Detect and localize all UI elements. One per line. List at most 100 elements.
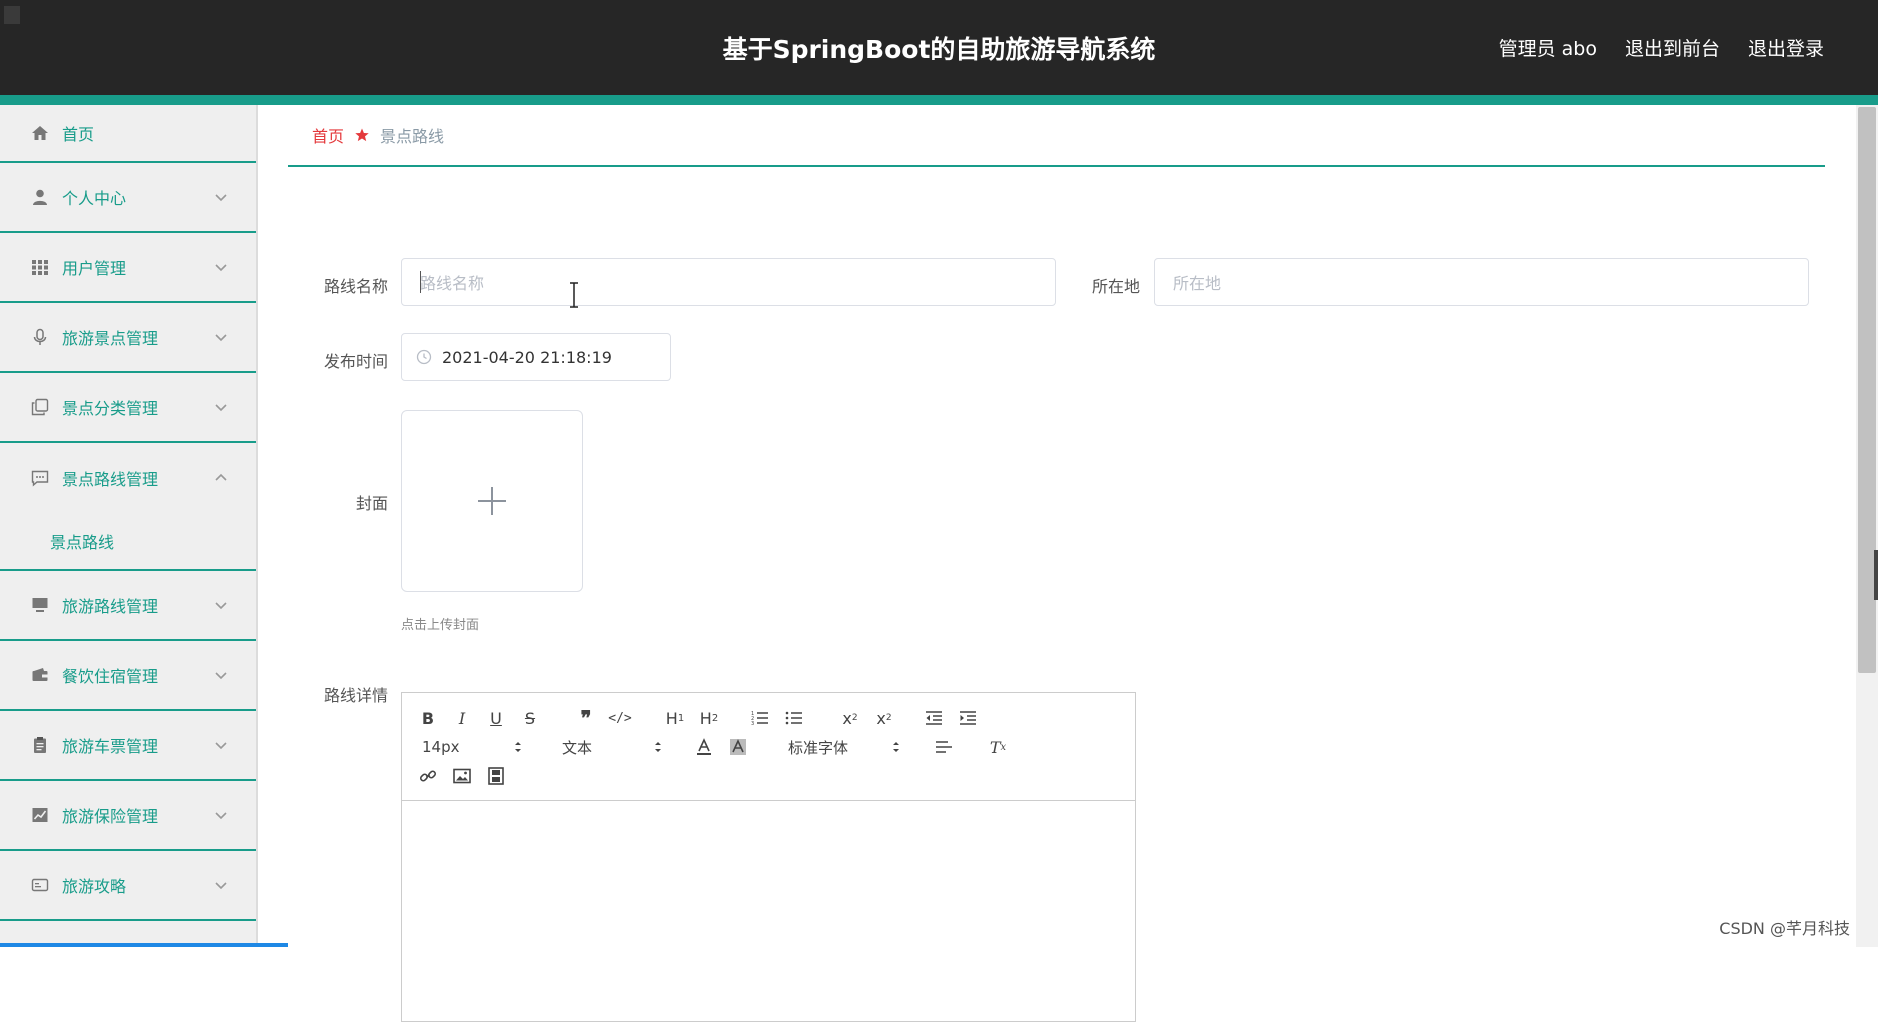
header-links: 管理员 abo 退出到前台 退出登录 <box>1499 34 1824 61</box>
microphone-icon <box>30 327 50 347</box>
card-icon <box>30 875 50 895</box>
align-icon[interactable] <box>932 736 956 758</box>
publish-time-value: 2021-04-20 21:18:19 <box>442 348 612 367</box>
logout-link[interactable]: 退出登录 <box>1748 34 1824 61</box>
editor-toolbar: B I U S ❞ </> H1 H2 123 x2 x2 <box>402 693 1135 801</box>
outdent-icon[interactable] <box>922 707 946 729</box>
code-button[interactable]: </> <box>608 707 632 729</box>
select-arrows-icon <box>654 740 662 754</box>
cover-upload-hint: 点击上传封面 <box>401 614 479 633</box>
chevron-down-icon <box>214 330 228 344</box>
sidebar-item-scenic-spot-management[interactable]: 旅游景点管理 <box>0 303 256 373</box>
route-name-label: 路线名称 <box>312 273 388 297</box>
background-color-icon[interactable] <box>726 736 750 758</box>
subscript-button[interactable]: x2 <box>836 707 864 729</box>
video-icon[interactable] <box>484 765 508 787</box>
select-arrows-icon <box>514 740 522 754</box>
sidebar-item-user-management[interactable]: 用户管理 <box>0 233 256 303</box>
chevron-down-icon <box>214 878 228 892</box>
sidebar-item-label: 景点分类管理 <box>62 395 158 419</box>
ibeam-cursor-icon <box>568 282 580 308</box>
sidebar-item-personal-center[interactable]: 个人中心 <box>0 163 256 233</box>
sidebar-item-label: 用户管理 <box>62 255 126 279</box>
plus-icon <box>475 484 509 518</box>
underline-button[interactable]: U <box>484 707 508 729</box>
h2-button[interactable]: H2 <box>694 707 724 729</box>
font-family-value: 标准字体 <box>788 737 848 758</box>
paragraph-select[interactable]: 文本 <box>562 736 662 758</box>
sidebar-item-travel-route-management[interactable]: 旅游路线管理 <box>0 571 256 641</box>
chevron-down-icon <box>214 190 228 204</box>
breadcrumb-home[interactable]: 首页 <box>312 123 344 147</box>
rich-text-editor[interactable]: B I U S ❞ </> H1 H2 123 x2 x2 <box>401 692 1136 1022</box>
font-color-icon[interactable] <box>692 736 716 758</box>
sidebar-item-label: 个人中心 <box>62 185 126 209</box>
sidebar-item-label: 旅游车票管理 <box>62 733 158 757</box>
main-content: 首页 景点路线 路线名称 路线名称 所在地 所在地 发布时间 2021-04-2… <box>288 105 1825 947</box>
sidebar-item-spot-route-management[interactable]: 景点路线管理 <box>0 443 256 513</box>
header-accent-bar <box>0 95 1878 105</box>
sidebar-item-travel-guide[interactable]: 旅游攻略 <box>0 851 256 921</box>
user-icon <box>30 187 50 207</box>
h1-button[interactable]: H1 <box>660 707 690 729</box>
publish-time-label: 发布时间 <box>312 348 388 372</box>
clipboard-icon <box>30 735 50 755</box>
location-placeholder: 所在地 <box>1173 270 1221 294</box>
bold-button[interactable]: B <box>416 707 440 729</box>
text-caret <box>420 271 421 293</box>
image-icon[interactable] <box>450 765 474 787</box>
svg-text:3: 3 <box>751 721 754 726</box>
strike-button[interactable]: S <box>518 707 542 729</box>
chevron-down-icon <box>214 738 228 752</box>
clock-icon <box>416 349 432 365</box>
star-icon <box>354 127 370 143</box>
location-label: 所在地 <box>1078 273 1140 297</box>
copy-icon <box>30 397 50 417</box>
breadcrumb: 首页 景点路线 <box>288 105 1825 167</box>
chevron-down-icon <box>214 260 228 274</box>
sidebar-item-ticket-management[interactable]: 旅游车票管理 <box>0 711 256 781</box>
page-scrollbar[interactable] <box>1856 105 1878 947</box>
chevron-down-icon <box>214 808 228 822</box>
cover-upload-button[interactable] <box>401 410 583 592</box>
link-icon[interactable] <box>416 765 440 787</box>
chevron-down-icon <box>214 598 228 612</box>
sidebar-item-spot-category-management[interactable]: 景点分类管理 <box>0 373 256 443</box>
sidebar-subitem-label: 景点路线 <box>50 529 114 553</box>
font-size-value: 14px <box>422 738 460 756</box>
indent-icon[interactable] <box>956 707 980 729</box>
paragraph-value: 文本 <box>562 737 592 758</box>
ordered-list-icon[interactable]: 123 <box>748 707 772 729</box>
exit-to-front-link[interactable]: 退出到前台 <box>1625 34 1720 61</box>
location-input[interactable]: 所在地 <box>1154 258 1809 306</box>
window-corner-icon <box>4 6 20 24</box>
sidebar-item-home[interactable]: 首页 <box>0 105 256 163</box>
watermark: CSDN @芊月科技 <box>1719 915 1850 939</box>
breadcrumb-current: 景点路线 <box>380 123 444 147</box>
chevron-down-icon <box>214 668 228 682</box>
sidebar-item-dining-lodging-management[interactable]: 餐饮住宿管理 <box>0 641 256 711</box>
sidebar-item-label: 景点路线管理 <box>62 466 158 490</box>
bullet-list-icon[interactable] <box>782 707 806 729</box>
sidebar: 首页 个人中心 用户管理 旅游景点管理 景点分类管理 景点路线管理 <box>0 105 258 947</box>
superscript-button[interactable]: x2 <box>870 707 898 729</box>
quote-button[interactable]: ❞ <box>574 707 598 729</box>
admin-user-label[interactable]: 管理员 abo <box>1499 34 1597 61</box>
sidebar-item-label: 旅游攻略 <box>62 873 126 897</box>
route-name-input[interactable]: 路线名称 <box>401 258 1056 306</box>
font-family-select[interactable]: 标准字体 <box>788 736 900 758</box>
editor-content-area[interactable] <box>402 802 1135 1021</box>
home-icon <box>30 123 50 143</box>
scroll-edge-marker <box>1874 550 1878 600</box>
select-arrows-icon <box>892 740 900 754</box>
clear-format-button[interactable]: Tx <box>986 736 1010 758</box>
font-size-select[interactable]: 14px <box>422 736 522 758</box>
sidebar-item-label: 旅游路线管理 <box>62 593 158 617</box>
sidebar-subitem-spot-route[interactable]: 景点路线 <box>0 513 256 571</box>
chevron-down-icon <box>214 400 228 414</box>
publish-time-picker[interactable]: 2021-04-20 21:18:19 <box>401 333 671 381</box>
route-name-placeholder: 路线名称 <box>420 270 484 294</box>
sidebar-item-insurance-management[interactable]: 旅游保险管理 <box>0 781 256 851</box>
chart-icon <box>30 805 50 825</box>
italic-button[interactable]: I <box>450 707 474 729</box>
